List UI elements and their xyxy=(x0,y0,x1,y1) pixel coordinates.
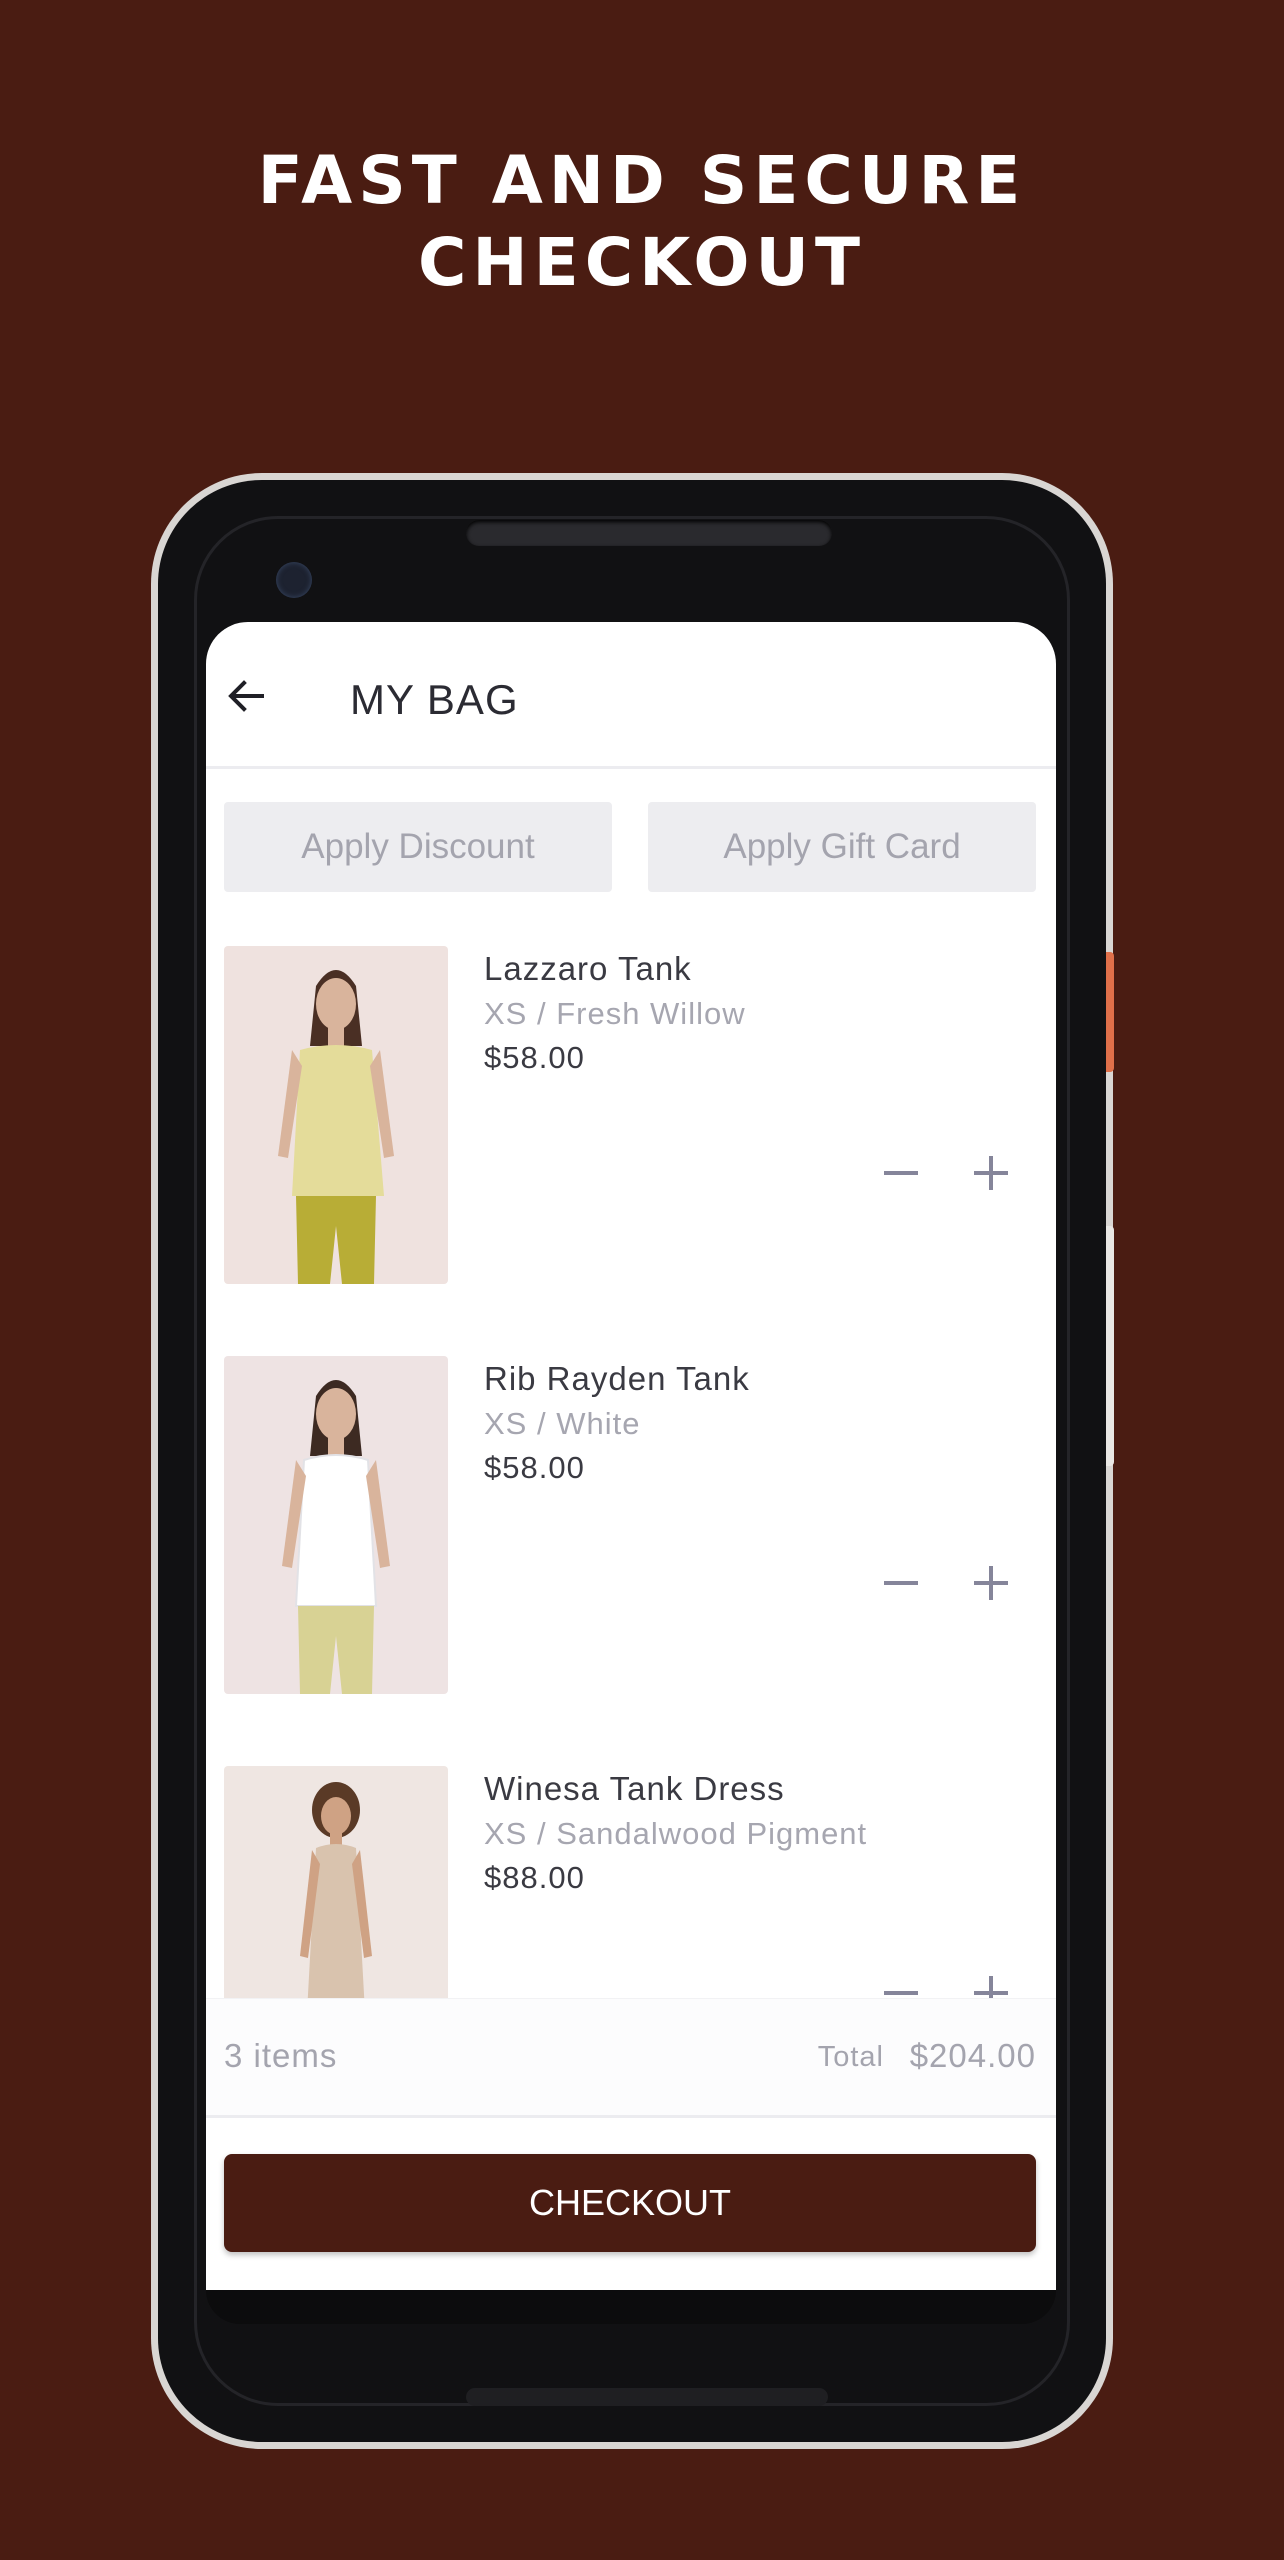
product-name[interactable]: Winesa Tank Dress xyxy=(484,1770,785,1808)
plus-icon[interactable] xyxy=(966,1148,1016,1198)
product-name[interactable]: Lazzaro Tank xyxy=(484,950,692,988)
app-bar: MY BAG xyxy=(206,622,1056,769)
minus-icon[interactable] xyxy=(876,1558,926,1608)
checkout-button[interactable]: CHECKOUT xyxy=(224,2154,1036,2252)
product-variant: XS / White xyxy=(484,1406,641,1441)
product-image[interactable] xyxy=(224,1356,448,1694)
cart-item: Winesa Tank Dress XS / Sandalwood Pigmen… xyxy=(206,1766,1056,1998)
product-price: $58.00 xyxy=(484,1040,585,1075)
apply-gift-card-button[interactable]: Apply Gift Card xyxy=(648,802,1036,892)
promo-headline-line2: CHECKOUT xyxy=(417,224,867,301)
promo-headline: FAST AND SECURE CHECKOUT xyxy=(0,140,1284,304)
minus-icon[interactable] xyxy=(876,1148,926,1198)
phone-power-button xyxy=(1106,952,1114,1072)
phone-speaker xyxy=(466,520,832,546)
cart-summary: 3 items Total $204.00 xyxy=(206,1998,1056,2118)
minus-icon[interactable] xyxy=(876,1968,926,1998)
arrow-left-icon[interactable] xyxy=(226,676,266,716)
apply-discount-button[interactable]: Apply Discount xyxy=(224,802,612,892)
product-image[interactable] xyxy=(224,1766,448,1998)
plus-icon[interactable] xyxy=(966,1558,1016,1608)
product-image[interactable] xyxy=(224,946,448,1284)
page-title: MY BAG xyxy=(350,676,519,723)
total-label: Total xyxy=(817,2041,884,2073)
total-value: $204.00 xyxy=(909,2037,1036,2074)
front-camera xyxy=(276,562,312,598)
plus-icon[interactable] xyxy=(966,1968,1016,1998)
product-variant: XS / Fresh Willow xyxy=(484,996,746,1031)
product-price: $58.00 xyxy=(484,1450,585,1485)
phone-chin xyxy=(206,2290,1056,2324)
phone-bottom-speaker xyxy=(466,2388,828,2406)
cart-item: Lazzaro Tank XS / Fresh Willow $58.00 xyxy=(206,946,1056,1286)
product-variant: XS / Sandalwood Pigment xyxy=(484,1816,868,1851)
app-screen: MY BAG Apply Discount Apply Gift Card La… xyxy=(206,622,1056,2290)
promo-headline-line1: FAST AND SECURE xyxy=(257,142,1027,219)
cart-item-list: Lazzaro Tank XS / Fresh Willow $58.00 Ri… xyxy=(206,946,1056,1998)
product-name[interactable]: Rib Rayden Tank xyxy=(484,1360,750,1398)
cart-item: Rib Rayden Tank XS / White $58.00 xyxy=(206,1356,1056,1696)
item-count: 3 items xyxy=(224,2037,338,2074)
product-price: $88.00 xyxy=(484,1860,585,1895)
phone-volume-button xyxy=(1106,1226,1114,1466)
